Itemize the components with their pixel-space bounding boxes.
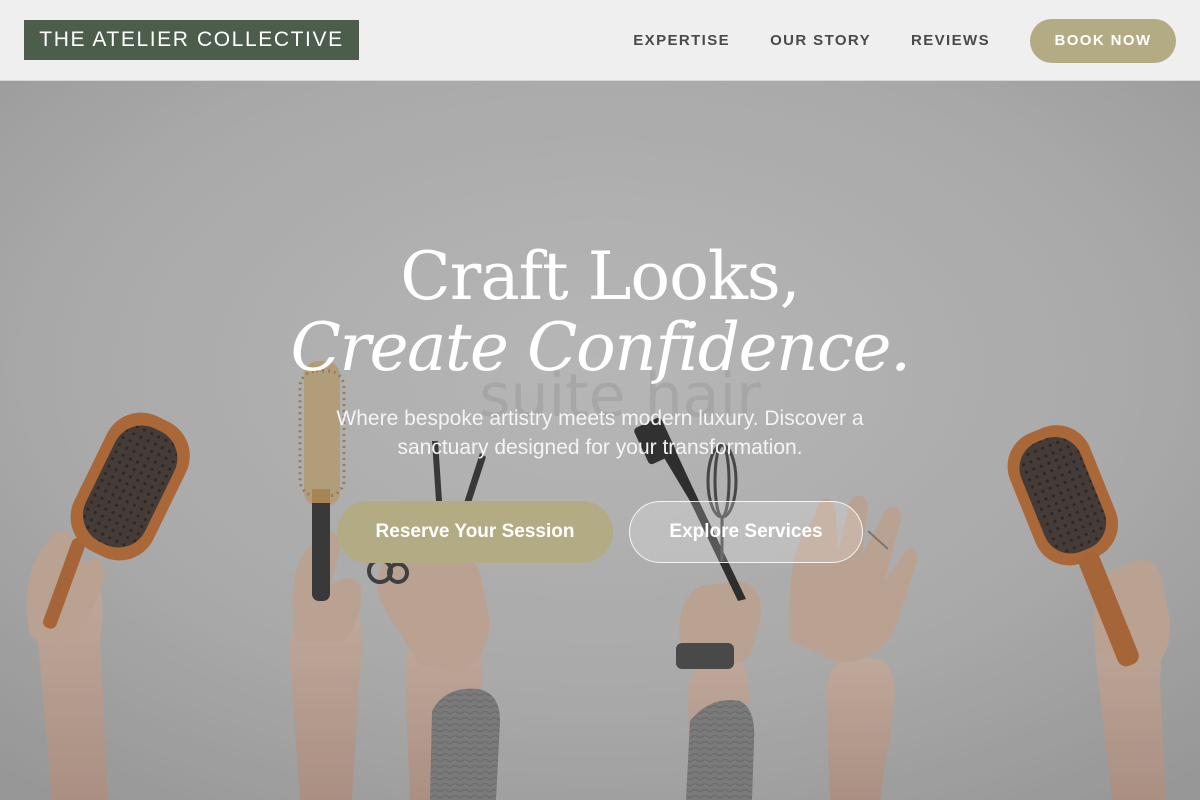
- logo[interactable]: THE ATELIER COLLECTIVE: [24, 20, 359, 60]
- book-now-button[interactable]: BOOK NOW: [1030, 18, 1176, 63]
- main-nav: EXPERTISE OUR STORY REVIEWS BOOK NOW: [633, 0, 1176, 81]
- hero-content: Craft Looks, Create Confidence. Where be…: [0, 81, 1200, 800]
- page: THE ATELIER COLLECTIVE EXPERTISE OUR STO…: [0, 0, 1200, 800]
- hero-title-line-1: Craft Looks,: [400, 238, 800, 315]
- site-header: THE ATELIER COLLECTIVE EXPERTISE OUR STO…: [0, 0, 1200, 81]
- hero-section: suite hair Craft Looks, Create Confidenc…: [0, 81, 1200, 800]
- explore-services-button[interactable]: Explore Services: [629, 501, 863, 563]
- nav-link-expertise[interactable]: EXPERTISE: [633, 32, 730, 49]
- hero-title-line-2: Create Confidence.: [290, 309, 911, 386]
- nav-link-our-story[interactable]: OUR STORY: [770, 32, 871, 49]
- hero-subtitle: Where bespoke artistry meets modern luxu…: [336, 407, 864, 459]
- nav-link-reviews[interactable]: REVIEWS: [911, 32, 990, 49]
- reserve-session-button[interactable]: Reserve Your Session: [337, 501, 613, 563]
